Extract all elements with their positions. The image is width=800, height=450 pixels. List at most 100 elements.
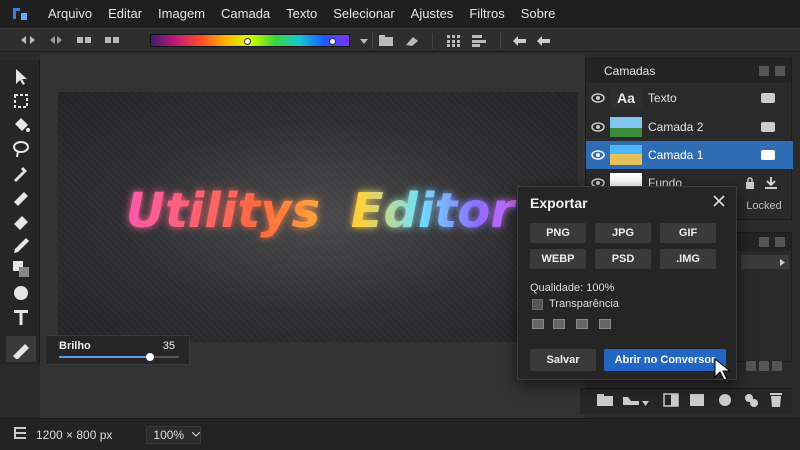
visibility-eye-icon[interactable]: [586, 93, 610, 103]
menu-imagem[interactable]: Imagem: [150, 0, 213, 28]
zoom-value: 100%: [153, 427, 185, 442]
square-option-icon[interactable]: [576, 319, 588, 329]
layer-options-icon[interactable]: [761, 93, 775, 103]
panel-mini-controls: [746, 361, 782, 371]
menu-sobre[interactable]: Sobre: [513, 0, 564, 28]
color-swatch-icon[interactable]: [8, 258, 34, 280]
pencil-tool-icon[interactable]: [8, 234, 34, 256]
eraser-tool-icon[interactable]: [8, 210, 34, 232]
layer-row-texto[interactable]: Aa Texto: [586, 84, 793, 112]
crop-tool-icon[interactable]: [8, 90, 34, 112]
format-jpg-button[interactable]: JPG: [595, 223, 651, 243]
menu-camada[interactable]: Camada: [213, 0, 278, 28]
canvas-title-word-1: Utilitys: [126, 183, 320, 239]
zoom-select[interactable]: 100%: [146, 425, 202, 444]
new-layer-icon[interactable]: [689, 393, 705, 410]
folder-icon[interactable]: [372, 31, 400, 51]
eraser-icon[interactable]: [398, 31, 426, 51]
panel-expand-icon[interactable]: [759, 66, 769, 76]
panel-dropdown[interactable]: [741, 255, 789, 269]
grid-icon[interactable]: [440, 31, 468, 51]
menu-arquivo[interactable]: Arquivo: [40, 0, 100, 28]
menu-ajustes[interactable]: Ajustes: [403, 0, 462, 28]
align-left-icon[interactable]: [70, 30, 98, 50]
ellipse-tool-icon[interactable]: [8, 282, 34, 304]
effects-icon[interactable]: [717, 392, 733, 411]
brightness-value: 35: [162, 340, 175, 352]
menu-filtros[interactable]: Filtros: [461, 0, 512, 28]
panel-control-icon[interactable]: [759, 361, 769, 371]
panel-control-icon[interactable]: [746, 361, 756, 371]
close-icon[interactable]: [712, 194, 726, 208]
app-logo-icon[interactable]: [0, 0, 40, 28]
panel-control-icon[interactable]: [772, 361, 782, 371]
gradient-picker[interactable]: [150, 34, 350, 47]
distribute-icon[interactable]: [466, 31, 494, 51]
format-webp-button[interactable]: WEBP: [530, 249, 586, 269]
lasso-tool-icon[interactable]: [8, 138, 34, 160]
menu-editar[interactable]: Editar: [100, 0, 150, 28]
layers-panel-header: Camadas: [586, 59, 791, 83]
transparency-checkbox[interactable]: [532, 299, 543, 310]
layer-actions-bar: [580, 388, 792, 414]
gradient-stop-handle[interactable]: [329, 38, 336, 45]
option-check-icon[interactable]: [532, 319, 544, 329]
active-brush-tool-icon[interactable]: [6, 336, 36, 362]
options-toolbar: [0, 28, 800, 52]
paint-bucket-icon[interactable]: [8, 114, 34, 136]
panel-close-icon[interactable]: [775, 66, 785, 76]
open-in-converter-button[interactable]: Abrir no Conversor: [604, 349, 726, 371]
chevron-down-icon: [192, 432, 201, 437]
brightness-slider-track[interactable]: [59, 353, 179, 361]
format-img-button[interactable]: .IMG: [660, 249, 716, 269]
delete-layer-icon[interactable]: [769, 392, 783, 411]
text-tool-icon[interactable]: [8, 306, 34, 328]
quality-label: Qualidade: 100%: [530, 282, 615, 294]
envelope-icon[interactable]: [553, 319, 565, 329]
flip-vertical-icon[interactable]: [42, 30, 70, 50]
align-right-icon[interactable]: [98, 30, 126, 50]
save-button[interactable]: Salvar: [530, 349, 596, 371]
layer-row-camada-2[interactable]: Camada 2: [586, 113, 793, 141]
svg-text:Utilitys Editor: Utilitys Editor: [126, 183, 517, 239]
new-folder-icon[interactable]: [596, 394, 614, 409]
menu-selecionar[interactable]: Selecionar: [325, 0, 402, 28]
eyedropper-icon[interactable]: [8, 162, 34, 184]
canvas-title-text: Utilitys Editor: [126, 183, 517, 239]
visibility-eye-icon[interactable]: [586, 122, 610, 132]
menu-texto[interactable]: Texto: [278, 0, 325, 28]
tool-strip: [0, 60, 40, 365]
layer-options-icon[interactable]: [761, 122, 775, 132]
link-icon[interactable]: [743, 392, 759, 411]
flip-horizontal-icon[interactable]: [14, 30, 42, 50]
panel-close-icon[interactable]: [775, 237, 785, 247]
brush-tool-icon[interactable]: [8, 186, 34, 208]
format-png-button[interactable]: PNG: [530, 223, 586, 243]
canvas-title-word-2: Editor: [351, 183, 518, 239]
layer-name: Texto: [648, 91, 677, 105]
layer-row-camada-1[interactable]: Camada 1: [586, 141, 793, 169]
brightness-slider-handle[interactable]: [146, 353, 155, 361]
image-canvas[interactable]: Utilitys Editor: [58, 92, 578, 342]
format-psd-button[interactable]: PSD: [595, 249, 651, 269]
download-icon[interactable]: [765, 177, 777, 192]
toolbar-divider: [500, 33, 501, 49]
export-dialog-title: Exportar: [530, 195, 588, 211]
move-tool-icon[interactable]: [8, 66, 34, 88]
minus-option-icon[interactable]: [599, 319, 611, 329]
mouse-cursor-icon: [714, 358, 730, 381]
format-gif-button[interactable]: GIF: [660, 223, 716, 243]
brightness-label: Brilho: [59, 340, 91, 352]
mask-icon[interactable]: [663, 393, 679, 410]
document-info-icon[interactable]: [14, 427, 26, 442]
gradient-stop-handle[interactable]: [244, 38, 251, 45]
adjustment-layer-icon[interactable]: [622, 394, 640, 409]
redo-icon[interactable]: [530, 31, 558, 51]
dropdown-arrow-icon[interactable]: [642, 395, 649, 409]
layer-options-icon[interactable]: [761, 150, 775, 160]
layer-name: Camada 2: [648, 120, 704, 134]
visibility-eye-icon[interactable]: [586, 150, 610, 160]
lock-icon[interactable]: [745, 177, 755, 192]
panel-expand-icon[interactable]: [759, 237, 769, 247]
brightness-slider-fill: [59, 356, 151, 358]
